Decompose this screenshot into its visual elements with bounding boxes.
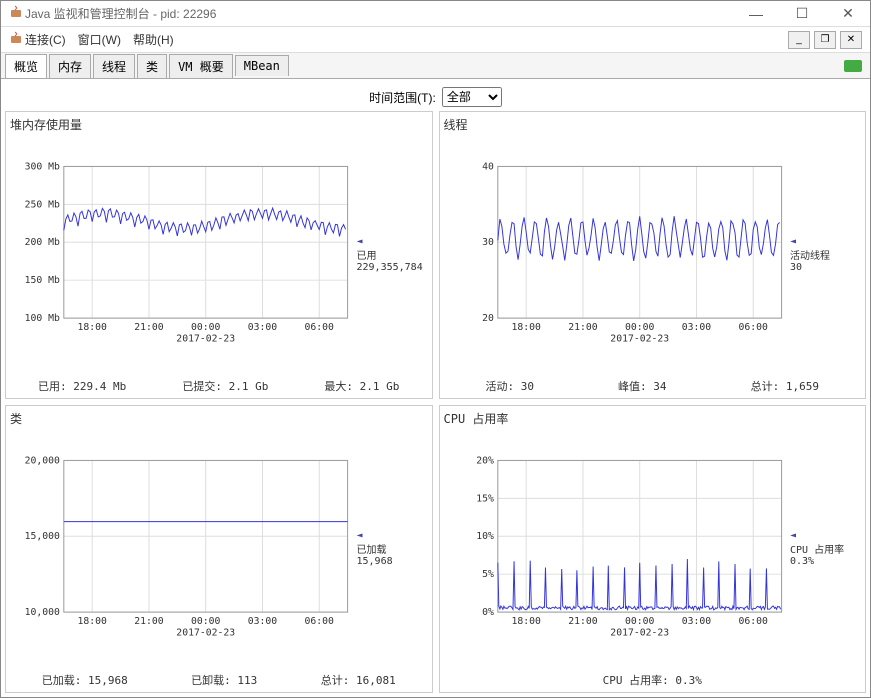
svg-text:30: 30: [482, 237, 494, 248]
svg-text:21:00: 21:00: [568, 322, 598, 333]
panel-cpu-title: CPU 占用率: [444, 410, 862, 427]
svg-text:06:00: 06:00: [305, 322, 335, 333]
svg-text:18:00: 18:00: [511, 322, 541, 333]
time-range-row: 时间范围(T): 全部: [5, 83, 866, 111]
svg-text:00:00: 00:00: [191, 322, 221, 333]
panel-threads: 线程 20 30 40 18:00 21:00 00:00 03:00 06:00 2017-0…: [439, 111, 867, 399]
svg-text:20,000: 20,000: [25, 455, 60, 466]
maximize-button[interactable]: ☐: [788, 4, 816, 24]
svg-text:2017-02-23: 2017-02-23: [176, 628, 235, 639]
panel-heap: 堆内存使用量 100 Mb 150 Mb 200 Mb 250 Mb 300 Mb 18:…: [5, 111, 433, 399]
svg-text:40: 40: [482, 161, 494, 172]
svg-text:21:00: 21:00: [568, 616, 598, 627]
connection-status-icon: [844, 60, 862, 72]
svg-text:2017-02-23: 2017-02-23: [176, 334, 235, 345]
svg-text:200 Mb: 200 Mb: [25, 237, 60, 248]
stats-threads: 活动: 30 峰值: 34 总计: 1,659: [444, 374, 862, 394]
content: 时间范围(T): 全部 堆内存使用量 100 Mb 150 Mb 200 Mb 250…: [1, 79, 870, 697]
svg-text:15%: 15%: [476, 493, 494, 504]
java-icon: [9, 4, 25, 23]
svg-text:00:00: 00:00: [625, 322, 655, 333]
stats-heap: 已用: 229.4 Mb 已提交: 2.1 Gb 最大: 2.1 Gb: [10, 374, 428, 394]
mdi-minimize-button[interactable]: _: [788, 31, 810, 49]
svg-text:06:00: 06:00: [738, 322, 768, 333]
panel-threads-title: 线程: [444, 116, 862, 133]
mdi-close-button[interactable]: ✕: [840, 31, 862, 49]
main-window: Java 监视和管理控制台 - pid: 22296 — ☐ ✕ 连接(C) 窗…: [0, 0, 871, 698]
java-icon: [9, 30, 25, 49]
svg-text:18:00: 18:00: [511, 616, 541, 627]
svg-text:15,000: 15,000: [25, 531, 60, 542]
window-title: Java 监视和管理控制台 - pid: 22296: [25, 5, 742, 22]
chart-cpu[interactable]: 0% 5% 10% 15% 20% 18:00 21:00 00:00 03:00 06:00 20…: [444, 429, 787, 668]
svg-text:20%: 20%: [476, 455, 494, 466]
svg-text:21:00: 21:00: [134, 322, 164, 333]
chart-threads[interactable]: 20 30 40 18:00 21:00 00:00 03:00 06:00 2017-02-2…: [444, 135, 787, 374]
svg-text:03:00: 03:00: [681, 616, 711, 627]
svg-text:18:00: 18:00: [77, 322, 107, 333]
menu-window[interactable]: 窗口(W): [78, 31, 121, 48]
svg-text:100 Mb: 100 Mb: [25, 313, 60, 324]
svg-text:00:00: 00:00: [625, 616, 655, 627]
svg-text:06:00: 06:00: [305, 616, 335, 627]
svg-text:5%: 5%: [482, 569, 494, 580]
svg-text:20: 20: [482, 313, 494, 324]
legend-threads: ◄ 活动线程 30: [786, 135, 861, 374]
tab-vm[interactable]: VM 概要: [169, 54, 233, 78]
legend-classes-label: 已加载: [357, 541, 428, 556]
svg-text:10%: 10%: [476, 531, 494, 542]
tab-memory[interactable]: 内存: [49, 54, 91, 78]
tabbar: 概览 内存 线程 类 VM 概要 MBean: [1, 53, 870, 79]
svg-text:03:00: 03:00: [248, 322, 278, 333]
legend-threads-label: 活动线程: [790, 247, 861, 262]
legend-heap-value: 229,355,784: [357, 262, 428, 273]
menu-connect[interactable]: 连接(C): [25, 31, 66, 48]
legend-cpu-label: CPU 占用率: [790, 541, 861, 556]
legend-cpu: ◄ CPU 占用率 0.3%: [786, 429, 861, 668]
panel-classes: 类 10,000 15,000 20,000 18:00 21:00 00:00 03:00…: [5, 405, 433, 693]
legend-classes: ◄ 已加载 15,968: [353, 429, 428, 668]
legend-heap-label: 已用: [357, 247, 428, 262]
mdi-restore-button[interactable]: ❐: [814, 31, 836, 49]
chart-heap[interactable]: 100 Mb 150 Mb 200 Mb 250 Mb 300 Mb 18:00 21:00…: [10, 135, 353, 374]
svg-text:18:00: 18:00: [77, 616, 107, 627]
svg-text:03:00: 03:00: [681, 322, 711, 333]
svg-text:0%: 0%: [482, 607, 494, 618]
legend-cpu-value: 0.3%: [790, 556, 861, 567]
svg-text:2017-02-23: 2017-02-23: [610, 628, 669, 639]
legend-heap: ◄ 已用 229,355,784: [353, 135, 428, 374]
panel-classes-title: 类: [10, 410, 428, 427]
svg-text:2017-02-23: 2017-02-23: [610, 334, 669, 345]
chart-classes[interactable]: 10,000 15,000 20,000 18:00 21:00 00:00 03:00 06…: [10, 429, 353, 668]
tab-mbean[interactable]: MBean: [235, 55, 289, 76]
svg-text:03:00: 03:00: [248, 616, 278, 627]
minimize-button[interactable]: —: [742, 4, 770, 24]
time-range-select[interactable]: 全部: [442, 87, 502, 107]
time-range-label: 时间范围(T):: [369, 89, 436, 106]
panel-cpu: CPU 占用率 0% 5% 10% 15% 20% 18:00 21:00 00:00 03:0…: [439, 405, 867, 693]
tab-classes[interactable]: 类: [137, 54, 167, 78]
menu-help[interactable]: 帮助(H): [133, 31, 174, 48]
legend-threads-value: 30: [790, 262, 861, 273]
svg-text:10,000: 10,000: [25, 607, 60, 618]
svg-text:06:00: 06:00: [738, 616, 768, 627]
tab-overview[interactable]: 概览: [5, 54, 47, 78]
legend-classes-value: 15,968: [357, 556, 428, 567]
svg-text:00:00: 00:00: [191, 616, 221, 627]
window-buttons: — ☐ ✕: [742, 4, 862, 24]
svg-text:21:00: 21:00: [134, 616, 164, 627]
svg-text:300 Mb: 300 Mb: [25, 161, 60, 172]
svg-text:250 Mb: 250 Mb: [25, 199, 60, 210]
menubar: 连接(C) 窗口(W) 帮助(H) _ ❐ ✕: [1, 27, 870, 53]
stats-cpu: CPU 占用率: 0.3%: [444, 668, 862, 688]
chart-grid: 堆内存使用量 100 Mb 150 Mb 200 Mb 250 Mb 300 Mb 18:…: [5, 111, 866, 693]
titlebar: Java 监视和管理控制台 - pid: 22296 — ☐ ✕: [1, 1, 870, 27]
stats-classes: 已加载: 15,968 已卸载: 113 总计: 16,081: [10, 668, 428, 688]
tab-threads[interactable]: 线程: [93, 54, 135, 78]
panel-heap-title: 堆内存使用量: [10, 116, 428, 133]
svg-text:150 Mb: 150 Mb: [25, 275, 60, 286]
close-button[interactable]: ✕: [834, 4, 862, 24]
